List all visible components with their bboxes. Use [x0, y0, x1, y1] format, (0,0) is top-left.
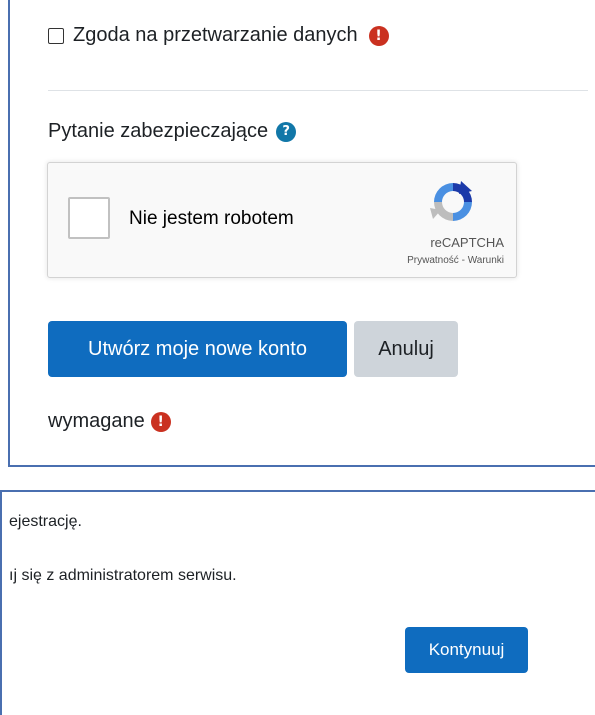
recaptcha-brand: reCAPTCHA	[430, 235, 504, 250]
help-icon[interactable]: ?	[276, 121, 297, 142]
required-icon: !	[150, 411, 171, 432]
confirmation-message-line2: ıj się z administratorem serwisu.	[9, 567, 237, 584]
required-legend: wymagane !	[48, 410, 171, 433]
consent-checkbox[interactable]	[48, 27, 64, 44]
recaptcha-widget: Nie jestem robotem reCAPTCHA Prywatność …	[47, 162, 517, 278]
consent-row: Zgoda na przetwarzanie danych !	[48, 24, 389, 47]
cancel-button[interactable]: Anuluj	[354, 321, 458, 377]
create-account-button[interactable]: Utwórz moje nowe konto	[48, 321, 347, 377]
recaptcha-links[interactable]: Prywatność - Warunki	[407, 255, 504, 266]
continue-button[interactable]: Kontynuuj	[405, 627, 528, 673]
required-icon: !	[368, 25, 389, 46]
security-question-label: Pytanie zabezpieczające	[48, 120, 269, 142]
security-question-row: Pytanie zabezpieczające ?	[48, 120, 297, 143]
required-label: wymagane	[48, 410, 145, 432]
recaptcha-label: Nie jestem robotem	[129, 208, 294, 229]
confirmation-message-line1: ejestrację.	[9, 513, 82, 530]
confirmation-panel	[0, 490, 595, 715]
recaptcha-logo-icon	[430, 181, 472, 221]
consent-label: Zgoda na przetwarzanie danych	[73, 24, 358, 46]
section-divider	[48, 90, 588, 91]
recaptcha-checkbox[interactable]	[68, 197, 110, 239]
